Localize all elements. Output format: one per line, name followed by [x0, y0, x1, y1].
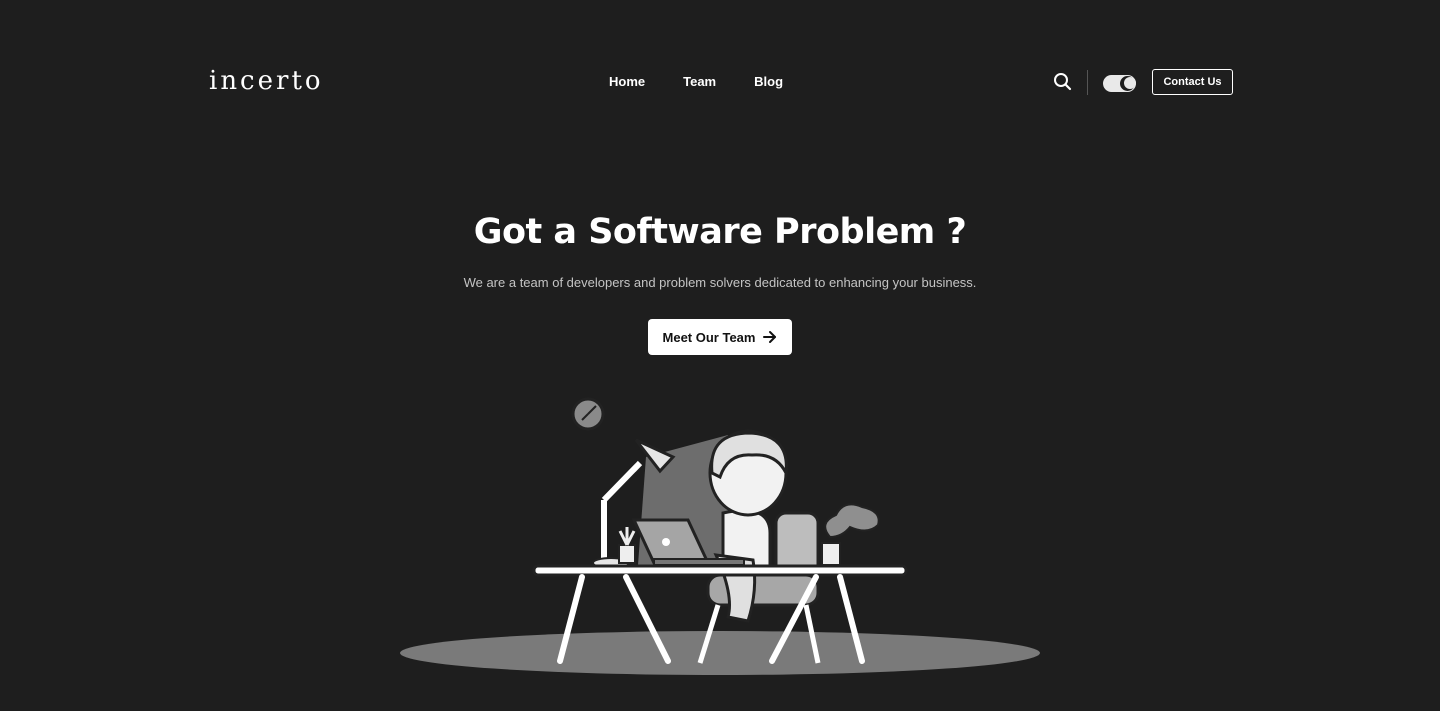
plant-pot	[618, 527, 636, 564]
cta-label: Meet Our Team	[662, 329, 756, 345]
coffee-mug	[821, 503, 880, 566]
search-icon	[1054, 73, 1072, 91]
header-divider	[1087, 70, 1088, 95]
moon-icon	[1120, 76, 1136, 91]
arrow-right-icon	[763, 331, 777, 343]
hero-title: Got a Software Problem ?	[473, 212, 967, 252]
developer-at-desk-illustration	[400, 397, 1040, 675]
theme-toggle[interactable]	[1103, 75, 1136, 92]
logo[interactable]: incerto	[209, 66, 324, 96]
nav-home[interactable]: Home	[609, 74, 645, 89]
nav-team[interactable]: Team	[683, 74, 716, 89]
meet-our-team-button[interactable]: Meet Our Team	[648, 319, 792, 355]
search-button[interactable]	[1053, 72, 1073, 92]
nav-blog[interactable]: Blog	[754, 74, 783, 89]
clock-icon	[571, 397, 605, 431]
main-nav: Home Team Blog	[609, 74, 821, 89]
hero-subtitle: We are a team of developers and problem …	[463, 275, 977, 290]
contact-us-button[interactable]: Contact Us	[1152, 69, 1233, 95]
